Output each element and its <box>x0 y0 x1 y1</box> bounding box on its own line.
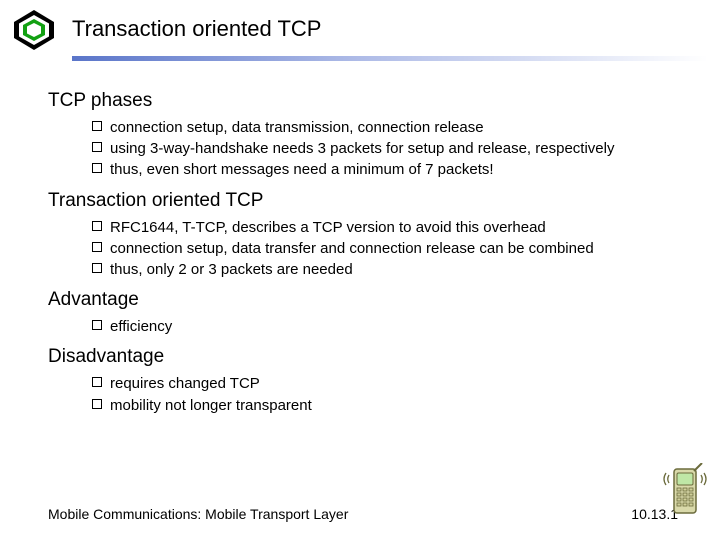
list-item: efficiency <box>92 317 678 336</box>
square-bullet-icon <box>92 399 102 409</box>
square-bullet-icon <box>92 163 102 173</box>
square-bullet-icon <box>92 263 102 273</box>
bullet-list: connection setup, data transmission, con… <box>92 118 678 180</box>
list-item: connection setup, data transmission, con… <box>92 118 678 137</box>
list-item: thus, even short messages need a minimum… <box>92 160 678 179</box>
square-bullet-icon <box>92 320 102 330</box>
slide-header: Transaction oriented TCP <box>0 0 720 56</box>
section-heading: Transaction oriented TCP <box>48 190 678 212</box>
square-bullet-icon <box>92 242 102 252</box>
slide-body: TCP phases connection setup, data transm… <box>48 80 678 421</box>
list-item: using 3-way-handshake needs 3 packets fo… <box>92 139 678 158</box>
list-item: requires changed TCP <box>92 374 678 393</box>
bullet-text: connection setup, data transfer and conn… <box>110 239 594 258</box>
slide: Transaction oriented TCP TCP phases conn… <box>0 0 720 540</box>
header-divider <box>72 56 708 61</box>
bullet-list: efficiency <box>92 317 678 336</box>
list-item: mobility not longer transparent <box>92 396 678 415</box>
bullet-text: RFC1644, T-TCP, describes a TCP version … <box>110 218 546 237</box>
footer-left: Mobile Communications: Mobile Transport … <box>48 506 348 522</box>
bullet-text: using 3-way-handshake needs 3 packets fo… <box>110 139 614 158</box>
section-heading: Advantage <box>48 289 678 311</box>
mobile-phone-icon <box>660 463 710 526</box>
square-bullet-icon <box>92 377 102 387</box>
bullet-text: thus, even short messages need a minimum… <box>110 160 494 179</box>
bullet-list: RFC1644, T-TCP, describes a TCP version … <box>92 218 678 280</box>
bullet-text: mobility not longer transparent <box>110 396 312 415</box>
logo-icon <box>14 10 54 55</box>
slide-footer: Mobile Communications: Mobile Transport … <box>48 506 678 522</box>
slide-title: Transaction oriented TCP <box>72 16 321 42</box>
section-heading: Disadvantage <box>48 346 678 368</box>
square-bullet-icon <box>92 121 102 131</box>
bullet-text: requires changed TCP <box>110 374 260 393</box>
list-item: connection setup, data transfer and conn… <box>92 239 678 258</box>
bullet-text: thus, only 2 or 3 packets are needed <box>110 260 353 279</box>
section-heading: TCP phases <box>48 90 678 112</box>
list-item: thus, only 2 or 3 packets are needed <box>92 260 678 279</box>
square-bullet-icon <box>92 221 102 231</box>
bullet-text: efficiency <box>110 317 172 336</box>
bullet-list: requires changed TCP mobility not longer… <box>92 374 678 414</box>
square-bullet-icon <box>92 142 102 152</box>
bullet-text: connection setup, data transmission, con… <box>110 118 484 137</box>
list-item: RFC1644, T-TCP, describes a TCP version … <box>92 218 678 237</box>
